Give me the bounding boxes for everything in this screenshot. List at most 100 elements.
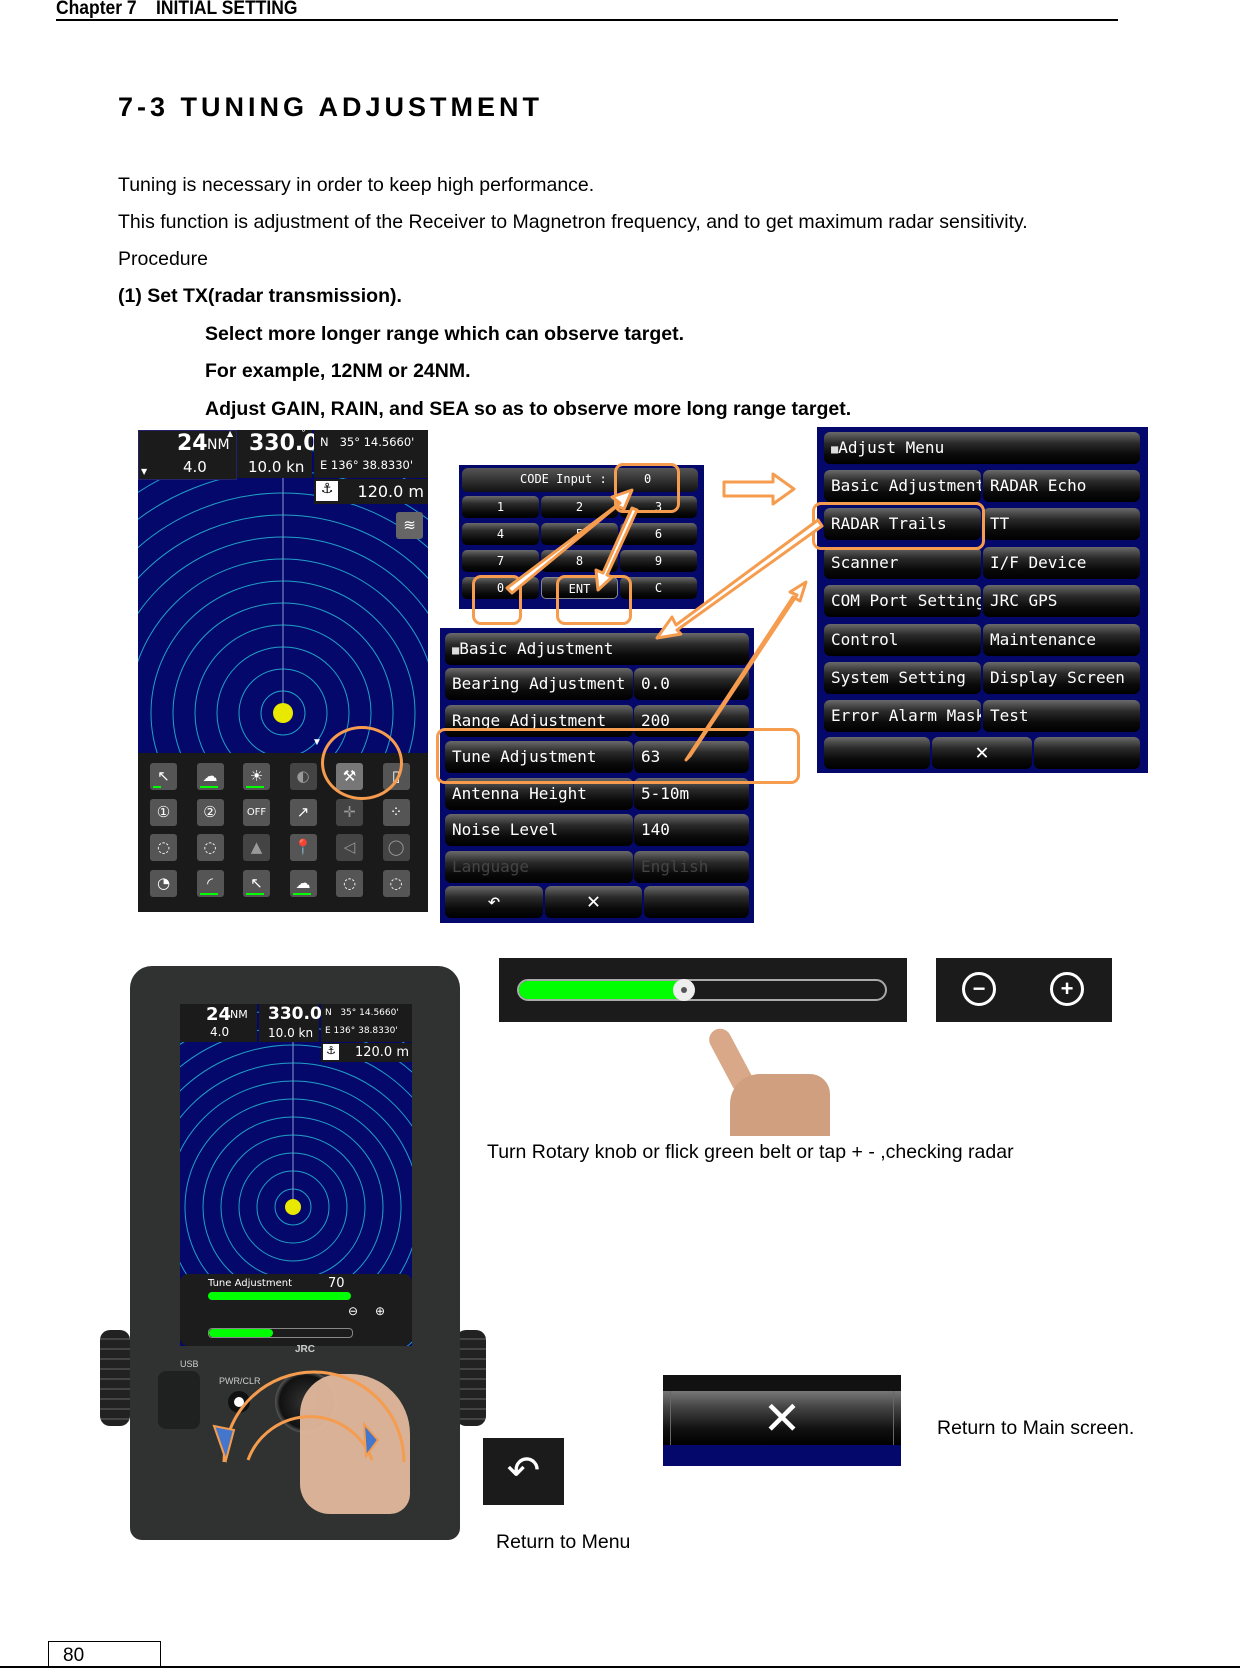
basic-adjustment-title: ■Basic Adjustment	[445, 633, 749, 665]
menu-item-tt[interactable]: TT	[983, 508, 1140, 541]
highlight-key-ent	[556, 575, 632, 625]
menu-item-jrc-gps[interactable]: JRC GPS	[983, 585, 1140, 618]
depth-box: ⚓ 120.0 m	[321, 1043, 412, 1062]
ebl-vrm-icon[interactable]: ↗	[289, 798, 317, 826]
vrm-3-icon[interactable]: ◌	[336, 869, 363, 897]
rain-2-icon[interactable]: ☁	[289, 869, 317, 897]
minus-icon[interactable]: ⊖	[348, 1304, 358, 1318]
page-number: 80	[48, 1641, 161, 1668]
heading-icon[interactable]: ▲	[243, 834, 270, 861]
range-unit: NM	[207, 437, 230, 453]
close-button[interactable]: ✕	[544, 886, 643, 918]
left-knob[interactable]	[100, 1330, 130, 1426]
footer-blank	[644, 886, 750, 918]
close-button[interactable]: ✕	[932, 737, 1032, 769]
key-8[interactable]: 8	[541, 550, 618, 572]
range-box[interactable]: 24 NM 4.0 ▲ ▼	[138, 430, 237, 480]
chapter-header: Chapter 7 INITIAL SETTING	[56, 0, 298, 19]
range-box[interactable]: 24 NM 4.0	[180, 1004, 257, 1042]
sea-icon[interactable]: ↖	[243, 869, 270, 897]
level-bar	[292, 892, 311, 895]
brightness-icon[interactable]: ☀	[243, 763, 270, 790]
menu-item-com-port-setting[interactable]: COM Port Setting	[824, 585, 981, 618]
user-2-icon[interactable]: ②	[196, 798, 224, 826]
plus-minus-panel: − +	[936, 958, 1112, 1022]
anchor-icon: ⚓	[316, 481, 338, 501]
usb-cover[interactable]	[158, 1371, 200, 1429]
close-button-large[interactable]: ✕	[663, 1375, 901, 1466]
key-4[interactable]: 4	[462, 523, 539, 545]
step-1-sub-3: Adjust GAIN, RAIN, and SEA so as to obse…	[205, 398, 852, 420]
menu-item-error-alarm-mask[interactable]: Error Alarm Mask	[824, 700, 981, 733]
vrm-1-icon[interactable]: ◌	[150, 834, 177, 861]
menu-item-i-f-device[interactable]: I/F Device	[983, 546, 1140, 579]
range-up-icon[interactable]: ▲	[227, 430, 233, 438]
tune-popup-label: Tune Adjustment	[208, 1278, 293, 1289]
tune-popup-slider[interactable]	[208, 1328, 353, 1338]
close-icon: ✕	[762, 1392, 802, 1444]
menu-item-radar-echo[interactable]: RADAR Echo	[983, 470, 1140, 502]
latitude: N 35° 14.5660'	[320, 435, 415, 449]
header-rule	[56, 19, 1118, 21]
man-overboard-icon[interactable]: ≋	[396, 512, 423, 539]
curve-icon[interactable]: ◜	[196, 869, 224, 897]
setting-row-language[interactable]: Language English	[445, 850, 749, 883]
waypoint-icon[interactable]: 📍	[289, 834, 317, 861]
dimmer-icon[interactable]: ◐	[289, 763, 317, 790]
menu-item-scanner[interactable]: Scanner	[824, 546, 981, 579]
key-7[interactable]: 7	[462, 550, 539, 572]
key-9[interactable]: 9	[620, 550, 697, 572]
key-6[interactable]: 6	[620, 523, 697, 545]
gain-icon[interactable]: ↖	[150, 763, 177, 790]
power-button[interactable]	[228, 1391, 250, 1413]
caption-return-menu: Return to Menu	[496, 1531, 631, 1553]
minus-button[interactable]: −	[962, 972, 996, 1006]
highlight-code-value	[614, 463, 680, 513]
setting-value: 140	[634, 814, 749, 846]
pointing-finger-image	[700, 1024, 834, 1136]
ebl-icon[interactable]: ◁	[336, 834, 363, 861]
basic-adjustment-footer: ↶ ✕	[445, 886, 750, 918]
user-1-icon[interactable]: ①	[150, 798, 177, 826]
key-2[interactable]: 2	[541, 496, 618, 518]
speed-value: 10.0 kn	[248, 458, 305, 476]
setting-row-noise-level[interactable]: Noise Level 140	[445, 814, 749, 846]
caption-return-main: Return to Main screen.	[937, 1417, 1135, 1439]
target-tracking-icon[interactable]: ⁘	[382, 798, 410, 826]
tune-popup-bar[interactable]	[208, 1292, 351, 1300]
cursor-icon[interactable]: ✛	[336, 798, 363, 826]
key-5[interactable]: 5	[541, 523, 618, 545]
menu-item-basic-adjustment[interactable]: Basic Adjustment	[824, 470, 981, 502]
menu-item-control[interactable]: Control	[824, 623, 981, 656]
vrm-4-icon[interactable]: ◌	[382, 869, 410, 897]
menu-pointer-icon: ▼	[312, 737, 322, 748]
key-1[interactable]: 1	[462, 496, 539, 518]
tune-slider-track[interactable]	[517, 979, 887, 1001]
guard-zone-icon[interactable]: ◯	[382, 834, 410, 861]
plus-button[interactable]: +	[1050, 972, 1084, 1006]
rain-icon[interactable]: ☁	[196, 763, 224, 790]
vrm-2-icon[interactable]: ◌	[196, 834, 224, 861]
menu-item-test[interactable]: Test	[983, 700, 1140, 733]
tune-slider-handle[interactable]	[672, 979, 695, 1001]
back-button-large[interactable]: ↶	[483, 1438, 564, 1505]
caption-rotary: Turn Rotary knob or flick green belt or …	[487, 1141, 1014, 1163]
section-title: 7-3 TUNING ADJUSTMENT	[118, 92, 544, 122]
plus-icon[interactable]: ⊕	[375, 1304, 385, 1318]
own-ship-off-icon[interactable]: OFF	[243, 798, 270, 826]
range-down-icon[interactable]: ▼	[141, 467, 147, 476]
menu-item-display-screen[interactable]: Display Screen	[983, 662, 1140, 694]
depth-box: ⚓ 120.0 m	[314, 479, 428, 504]
menu-item-system-setting[interactable]: System Setting	[824, 662, 981, 694]
adjust-menu-footer: ✕	[824, 737, 1140, 769]
right-knob[interactable]	[456, 1330, 486, 1426]
position-box: N 35° 14.5660' E 136° 38.8330'	[314, 430, 428, 478]
back-button[interactable]: ↶	[445, 886, 543, 918]
menu-item-maintenance[interactable]: Maintenance	[983, 623, 1140, 656]
setting-row-bearing-adjustment[interactable]: Bearing Adjustment 0.0	[445, 668, 749, 700]
heading-box: 330.0 10.0 kn	[259, 1004, 322, 1042]
tune-slider-panel	[499, 958, 907, 1022]
radar-icon[interactable]: ◔	[150, 869, 177, 897]
adjust-menu: ■Adjust Menu Basic Adjustment RADAR Echo R…	[817, 427, 1148, 773]
step-1: (1) Set TX(radar transmission).	[118, 285, 402, 307]
